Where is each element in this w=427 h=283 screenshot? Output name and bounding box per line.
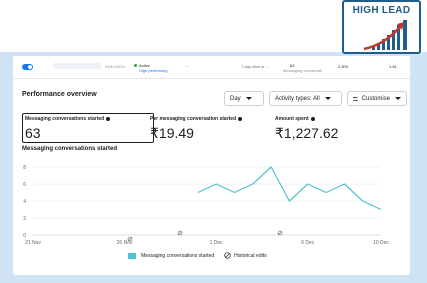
series-line[interactable] (197, 166, 382, 211)
x-tick-label: 21 Nov (25, 240, 41, 246)
ads-manager-card: 29/11/2024 Active High performing — 7-da… (13, 56, 410, 275)
historical-edit-marker[interactable] (277, 230, 283, 236)
x-tick-label: 10 Dec (373, 240, 389, 246)
y-tick-label: 0 (23, 233, 26, 239)
y-tick-label: 8 (23, 165, 26, 171)
x-tick-label: 6 Dec (301, 240, 315, 246)
y-tick-label: 6 (23, 182, 26, 188)
y-tick-label: 4 (23, 199, 26, 205)
y-tick-label: 2 (23, 216, 26, 222)
legend-swatch (128, 252, 136, 259)
historical-edits-icon (224, 252, 231, 259)
conversations-line-chart: 02468 21 Nov 26 Nov 1 Dec 6 Dec 10 Dec (23, 165, 389, 246)
high-lead-logo: HIGH LEAD (342, 0, 421, 54)
historical-edit-marker[interactable] (177, 230, 183, 236)
growth-chart-icon (363, 20, 407, 51)
legend-historical-label: Historical edits (234, 252, 267, 259)
chart-legend: Messaging conversations started Historic… (128, 252, 267, 259)
legend-series-label: Messaging conversations started (141, 252, 215, 259)
logo-text: HIGH LEAD (352, 5, 411, 16)
x-tick-label: 1 Dec (210, 240, 224, 246)
